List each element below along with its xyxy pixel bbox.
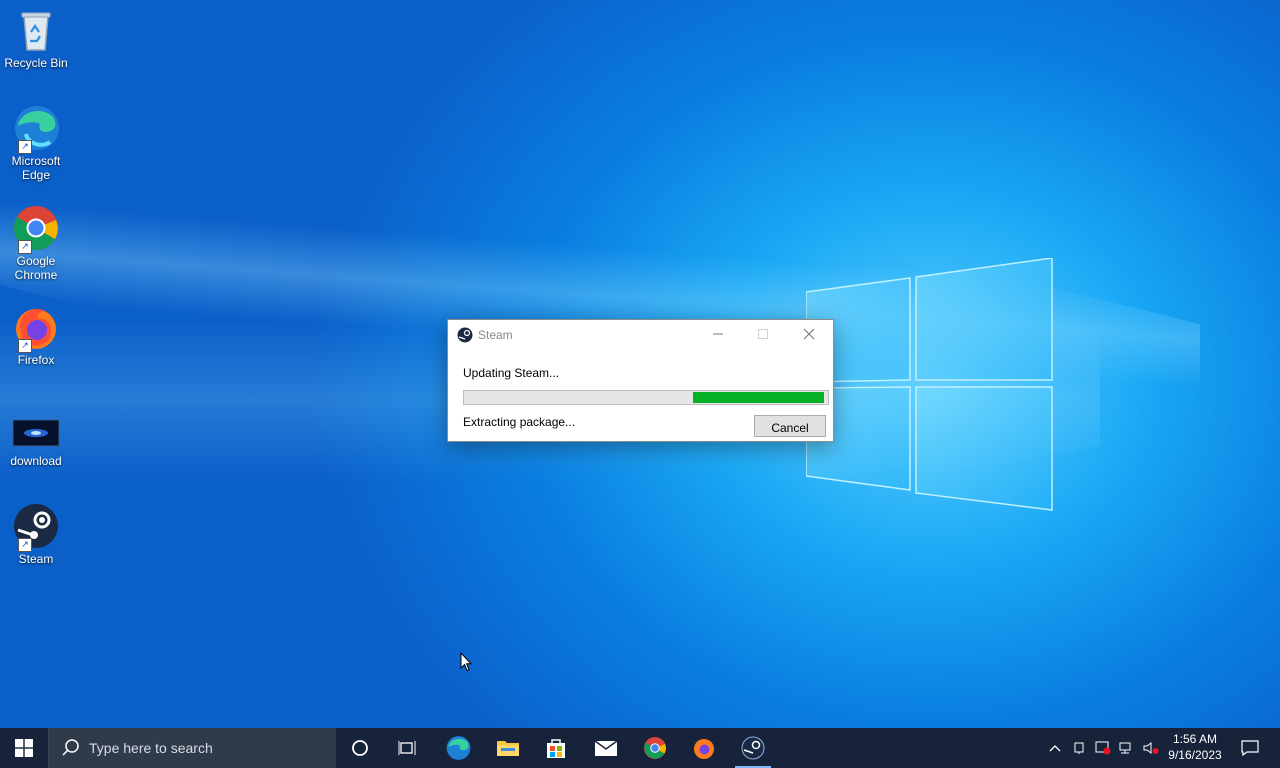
progress-bar [463,390,829,405]
task-view-button[interactable] [384,728,432,768]
taskbar-steam[interactable] [729,728,777,768]
show-hidden-icons-button[interactable] [1043,728,1067,768]
close-button[interactable] [787,320,831,350]
clock-time: 1:56 AM [1172,732,1218,746]
image-file-icon [12,419,60,447]
progress-fill [692,392,824,403]
maximize-button[interactable] [741,320,785,350]
shortcut-arrow-icon: ↗ [18,538,32,552]
action-center-button[interactable] [1232,728,1268,768]
shortcut-arrow-icon: ↗ [18,339,32,353]
taskbar-edge[interactable] [434,728,482,768]
desktop-icon-steam[interactable]: ↗ Steam [4,502,68,566]
steam-icon [457,327,473,343]
edge-icon [446,736,471,760]
desktop-icon-label: Google Chrome [14,254,58,282]
start-button[interactable] [0,728,48,768]
volume-muted-icon [1143,742,1159,754]
mouse-cursor-icon [460,652,472,672]
tray-meet-now[interactable] [1067,728,1091,768]
clock-date: 9/16/2023 [1168,748,1222,762]
maximize-icon [758,329,768,339]
desktop-icon-download[interactable]: download [4,418,68,468]
store-icon [547,739,565,758]
desktop-icon-label: Steam [18,552,54,566]
taskbar-mail[interactable] [582,728,630,768]
tray-volume[interactable] [1139,728,1163,768]
dialog-title: Steam [478,328,513,342]
dialog-message: Updating Steam... [463,366,560,380]
minimize-button[interactable] [696,320,740,350]
tray-network[interactable] [1115,728,1139,768]
chrome-icon [644,737,666,759]
minimize-icon [713,333,723,335]
taskbar-chrome[interactable] [631,728,679,768]
desktop-icon-recycle-bin[interactable]: Recycle Bin [4,6,68,70]
taskbar-search-box[interactable]: Type here to search [48,728,336,768]
taskbar-microsoft-store[interactable] [532,728,580,768]
taskbar-file-explorer[interactable] [484,728,532,768]
tray-security[interactable] [1091,728,1115,768]
firefox-icon [694,739,714,759]
desktop-icon-microsoft-edge[interactable]: ↗ Microsoft Edge [4,104,68,182]
dialog-status: Extracting package... [463,415,576,429]
steam-icon [741,736,765,760]
dialog-title-bar[interactable]: Steam [448,320,833,350]
chevron-up-icon [1049,745,1061,752]
search-icon [62,739,79,756]
steam-update-dialog: Steam Updating Steam... Extracting packa… [447,319,834,442]
cortana-icon [352,740,368,756]
taskbar-clock[interactable]: 1:56 AM 9/16/2023 [1166,731,1224,763]
security-warning-icon [1095,741,1111,755]
recycle-bin-icon [21,12,51,51]
desktop-icon-label: Firefox [17,353,55,367]
shortcut-arrow-icon: ↗ [18,140,32,154]
task-view-icon [398,741,416,755]
cortana-button[interactable] [336,728,384,768]
desktop-icon-label: download [10,454,62,468]
mail-icon [594,740,618,756]
taskbar: Type here to search 1:56 AM 9/16/2023 [0,728,1280,768]
desktop-icon-google-chrome[interactable]: ↗ Google Chrome [4,204,68,282]
meet-now-icon [1074,742,1084,754]
shortcut-arrow-icon: ↗ [18,240,32,254]
file-explorer-icon [497,741,519,756]
windows-start-icon [15,739,33,757]
cancel-button[interactable]: Cancel [754,415,826,437]
search-placeholder: Type here to search [89,740,213,756]
desktop-icon-label: Microsoft Edge [11,154,61,182]
notification-icon [1241,740,1259,756]
desktop-icon-label: Recycle Bin [4,56,68,70]
taskbar-firefox[interactable] [680,728,728,768]
network-icon [1119,742,1131,754]
close-icon [803,328,815,340]
windows-logo-wallpaper [806,258,1053,511]
desktop-icon-firefox[interactable]: ↗ Firefox [4,303,68,367]
